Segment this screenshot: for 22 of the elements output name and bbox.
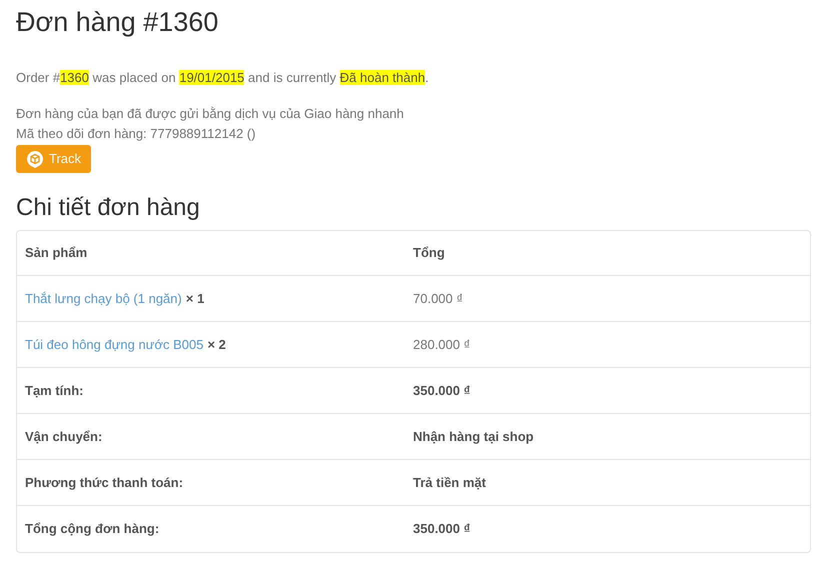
table-cell-text: Trả tiền mặt [413,474,486,492]
table-cell-text: Tạm tính: [24,382,84,400]
tracking-code: Mã theo dõi đơn hàng: 7779889112142 () [16,125,257,143]
table-cell-text: 70.000 ₫ [413,290,464,308]
column-header: Sản phẩm [24,244,88,262]
table-cell-text: Vận chuyển: [24,428,104,446]
quantity-text: × 1 [186,290,204,308]
product-link[interactable]: Thắt lưng chạy bộ (1 ngăn) [25,288,182,308]
section-heading: Chi tiết đơn hàng [16,193,201,223]
page-title: Đơn hàng #1360 [16,6,220,39]
table-cell-text: Nhận hàng tại shop [413,428,534,446]
column-header: Tổng [413,244,445,262]
table-cell-text: 280.000 ₫ [413,336,470,354]
table-cell-text: Phương thức thanh toán: [24,474,184,492]
table-cell-text: Tổng cộng đơn hàng: [24,520,160,538]
table-cell-text: 350.000 ₫ [413,382,470,400]
table-cell-text: 350.000 ₫ [413,520,470,538]
box-pin-icon [26,150,44,168]
product-link[interactable]: Túi đeo hông đựng nước B005 [25,334,204,354]
quantity-text: × 2 [207,336,226,354]
track-button[interactable]: Track [16,145,92,173]
shipping-note: Đơn hàng của bạn đã được gửi bằng dịch vụ của Giao hàng nhanh [16,105,405,123]
